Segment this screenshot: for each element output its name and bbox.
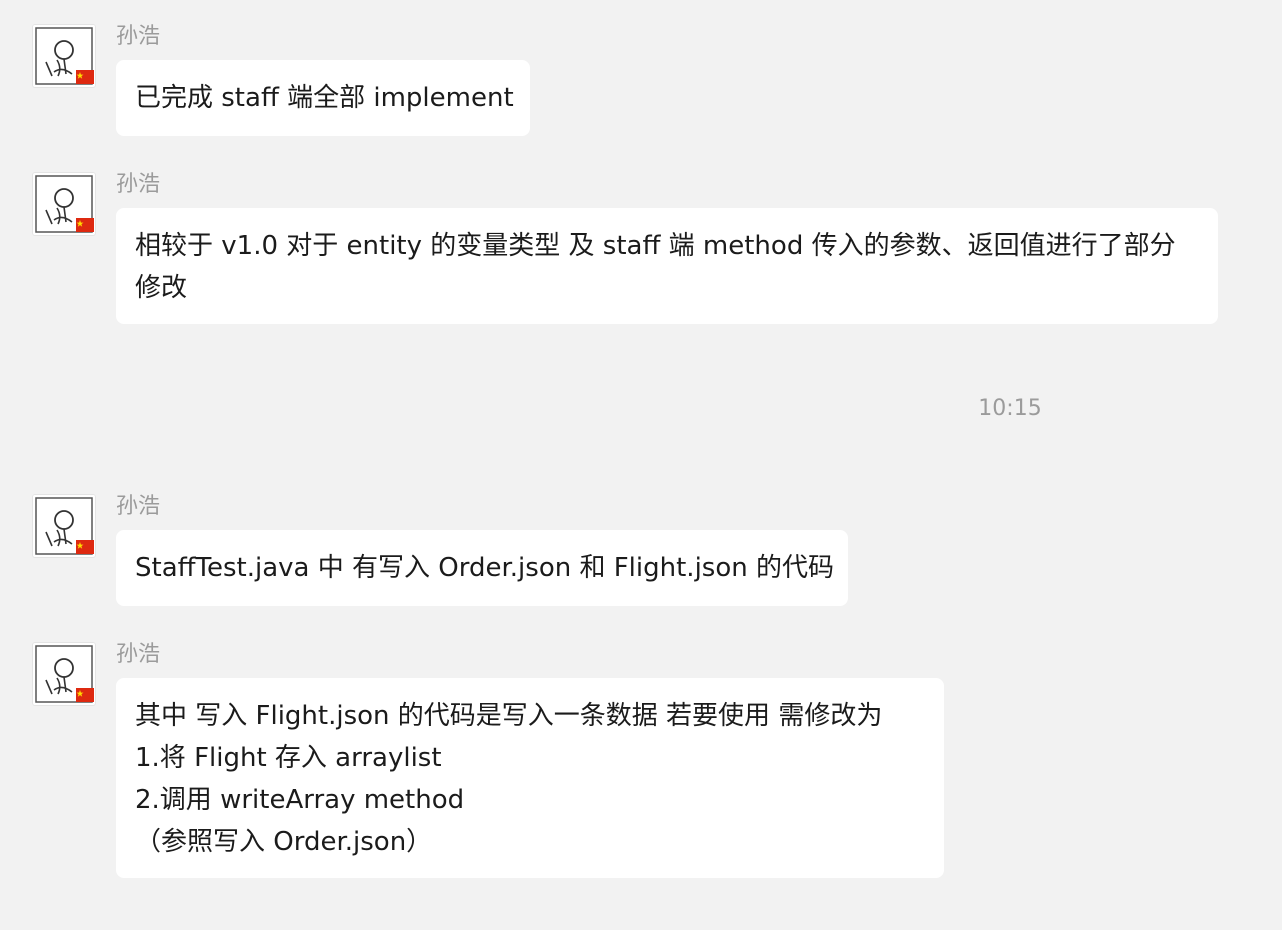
chat-window: 孙浩 已完成 staff 端全部 implement 孙浩 相较于 v1.0 对… xyxy=(0,0,1282,930)
sender-name: 孙浩 xyxy=(116,642,161,667)
avatar[interactable] xyxy=(32,494,96,558)
stick-figure-avatar-icon xyxy=(35,175,94,233)
message-bubble[interactable]: 其中 写入 Flight.json 的代码是写入一条数据 若要使用 需修改为 1… xyxy=(116,678,944,878)
avatar[interactable] xyxy=(32,642,96,706)
china-flag-badge-icon xyxy=(76,70,94,84)
sender-name: 孙浩 xyxy=(116,494,161,519)
message-text: 2.调用 writeArray method xyxy=(135,785,465,815)
china-flag-badge-icon xyxy=(76,540,94,554)
message-text: 相较于 v1.0 对于 entity 的变量类型 及 staff 端 metho… xyxy=(135,231,1176,303)
sender-name: 孙浩 xyxy=(116,172,161,197)
message-text: 已完成 staff 端全部 implement xyxy=(135,83,514,113)
message-text: 1.将 Flight 存入 arraylist xyxy=(135,743,442,773)
stick-figure-avatar-icon xyxy=(35,27,94,85)
china-flag-badge-icon xyxy=(76,688,94,702)
message-bubble[interactable]: StaffTest.java 中 有写入 Order.json 和 Flight… xyxy=(116,530,848,606)
stick-figure-avatar-icon xyxy=(35,645,94,703)
message-bubble[interactable]: 相较于 v1.0 对于 entity 的变量类型 及 staff 端 metho… xyxy=(116,208,1218,324)
sender-name: 孙浩 xyxy=(116,24,161,49)
message-bubble[interactable]: 已完成 staff 端全部 implement xyxy=(116,60,530,136)
message-text: StaffTest.java 中 有写入 Order.json 和 Flight… xyxy=(135,553,834,583)
stick-figure-avatar-icon xyxy=(35,497,94,555)
message-text: 其中 写入 Flight.json 的代码是写入一条数据 若要使用 需修改为 xyxy=(135,701,883,731)
timestamp: 10:15 xyxy=(978,396,1042,421)
message-text: （参照写入 Order.json） xyxy=(135,827,433,857)
china-flag-badge-icon xyxy=(76,218,94,232)
avatar[interactable] xyxy=(32,172,96,236)
avatar[interactable] xyxy=(32,24,96,88)
